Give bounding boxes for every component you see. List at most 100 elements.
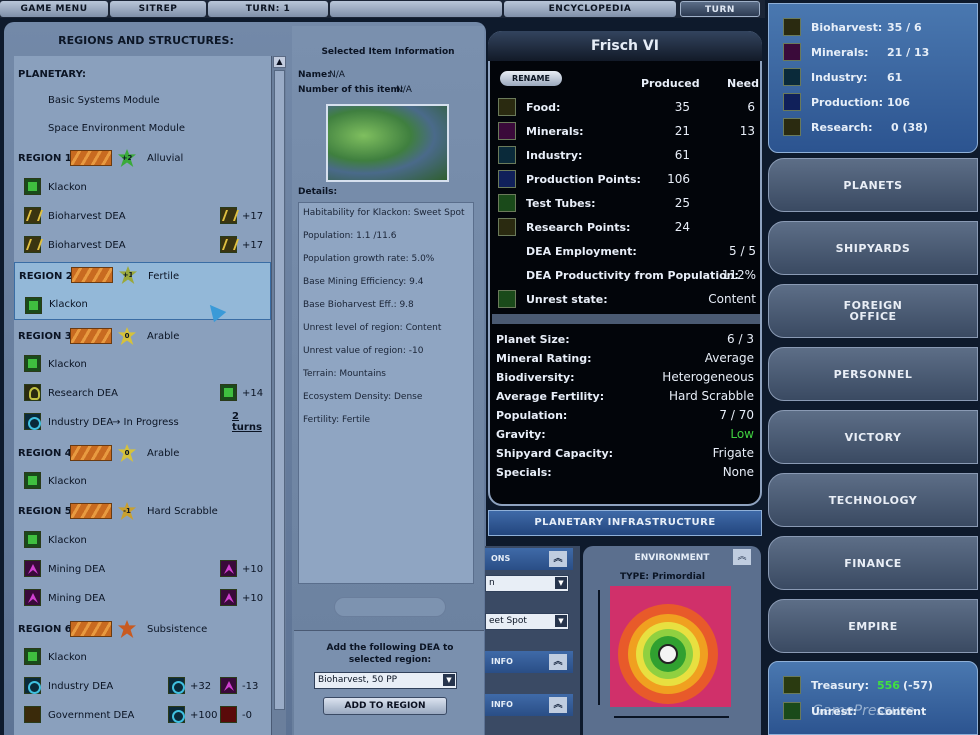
- list-item[interactable]: Klackon: [14, 467, 271, 495]
- list-item[interactable]: Government DEA +100 -0: [14, 701, 271, 729]
- scroll-up-icon[interactable]: ▲: [273, 56, 286, 68]
- population-label: Population:: [496, 409, 568, 422]
- nav-finance[interactable]: FINANCE: [768, 536, 978, 590]
- race-label: Klackon: [48, 181, 87, 193]
- menu-blank: [330, 1, 502, 17]
- name-value: N/A: [329, 70, 345, 80]
- panel-header-bar[interactable]: ONS ︽: [485, 548, 573, 570]
- list-item[interactable]: Bioharvest DEA +17: [14, 231, 271, 259]
- region-row-selected[interactable]: REGION 2: +1 Fertile Klackon: [14, 262, 271, 323]
- region-label: REGION 1:: [18, 152, 76, 164]
- klackon-race-icon: [25, 297, 42, 314]
- select-value: eet Spot: [489, 616, 527, 626]
- test-tube-icon: [498, 194, 516, 212]
- research-produced: 24: [674, 220, 690, 234]
- industry-gear-icon: [24, 413, 41, 430]
- game-menu-button[interactable]: GAME MENU: [0, 1, 108, 17]
- dea-label: Bioharvest DEA: [48, 239, 126, 251]
- produced-header: Produced: [641, 77, 700, 90]
- horizontal-axis-arrow: [614, 716, 729, 718]
- bioharvest-icon: [220, 236, 237, 253]
- planetary-infrastructure-button[interactable]: PLANETARY INFRASTRUCTURE: [488, 510, 762, 536]
- unrest-icon: [220, 706, 237, 723]
- region-type: Hard Scrabble: [147, 505, 218, 517]
- klackon-race-icon: [24, 531, 41, 548]
- unrest-value: Content: [708, 292, 756, 306]
- environment-map[interactable]: [610, 586, 731, 707]
- region-type: Subsistence: [147, 623, 208, 635]
- dea-productivity-value: 112%: [721, 268, 756, 282]
- list-item[interactable]: Klackon: [14, 173, 271, 201]
- chevron-up-icon[interactable]: ︽: [549, 654, 567, 670]
- nav-foreign-office[interactable]: FOREIGN OFFICE: [768, 284, 978, 338]
- race-label: Klackon: [48, 358, 87, 370]
- nav-planets[interactable]: PLANETS: [768, 158, 978, 212]
- list-item[interactable]: Bioharvest DEA +17: [14, 202, 271, 230]
- regions-scrollbar[interactable]: ▲: [271, 56, 286, 735]
- planet-divider: [492, 314, 760, 324]
- nav-shipyards[interactable]: SHIPYARDS: [768, 221, 978, 275]
- nav-empire[interactable]: EMPIRE: [768, 599, 978, 653]
- list-item[interactable]: Klackon: [14, 526, 271, 554]
- panel-header-bar[interactable]: INFO ︽: [485, 651, 573, 673]
- list-item[interactable]: Space Environment Module: [14, 114, 271, 142]
- rename-button[interactable]: RENAME: [500, 71, 562, 86]
- research-label: Research Points:: [526, 221, 631, 234]
- dea-employment-value: 5 / 5: [729, 244, 756, 258]
- region-row[interactable]: REGION 5: -1 Hard Scrabble: [14, 497, 271, 525]
- nav-victory[interactable]: VICTORY: [768, 410, 978, 464]
- encyclopedia-button[interactable]: ENCYCLOPEDIA: [504, 1, 676, 17]
- regions-list[interactable]: PLANETARY: Basic Systems Module Space En…: [14, 56, 271, 735]
- list-item[interactable]: PLANETARY:: [14, 60, 271, 88]
- dropdown-select[interactable]: n ▼: [485, 575, 569, 592]
- mineral-rating-label: Mineral Rating:: [496, 352, 592, 365]
- list-item[interactable]: Mining DEA +10: [14, 555, 271, 583]
- mining-icon: [220, 677, 237, 694]
- region-row[interactable]: REGION 3: 0 Arable: [14, 322, 271, 350]
- sitrep-button[interactable]: SITREP: [110, 1, 206, 17]
- list-item[interactable]: Industry DEA +32 -13: [14, 672, 271, 700]
- mining-icon: [220, 560, 237, 577]
- dropdown-select[interactable]: eet Spot ▼: [485, 613, 569, 630]
- list-item[interactable]: Basic Systems Module: [14, 86, 271, 114]
- list-item[interactable]: Mining DEA +10: [14, 584, 271, 612]
- list-item[interactable]: Klackon: [14, 350, 271, 378]
- regions-title: REGIONS AND STRUCTURES:: [58, 34, 234, 47]
- chevron-up-icon[interactable]: ︽: [549, 697, 567, 713]
- dea-output: +14: [242, 387, 264, 399]
- dea-output: +32: [190, 680, 212, 692]
- scroll-thumb[interactable]: [274, 70, 285, 710]
- test-tubes-label: Test Tubes:: [526, 197, 596, 210]
- region-row[interactable]: REGION 6: Subsistence: [14, 615, 271, 643]
- panel-header-bar[interactable]: INFO ︽: [485, 694, 573, 716]
- detail-line: Unrest level of region: Content: [303, 323, 442, 333]
- list-item[interactable]: Industry DEA → In Progress 2 turns: [14, 408, 271, 436]
- add-dea-label: Add the following DEA to selected region…: [326, 643, 454, 665]
- list-item[interactable]: Klackon: [14, 643, 271, 671]
- bioharvest-icon: [220, 207, 237, 224]
- dea-type-select[interactable]: Bioharvest, 50 PP ▼: [314, 672, 457, 689]
- race-label: Klackon: [49, 299, 88, 310]
- production-label: Production Points:: [526, 173, 641, 186]
- nav-personnel[interactable]: PERSONNEL: [768, 347, 978, 401]
- bioharvest-icon: [24, 207, 41, 224]
- minerals-need: 13: [739, 124, 755, 138]
- food-produced: 35: [674, 100, 690, 114]
- add-to-region-button[interactable]: ADD TO REGION: [323, 697, 447, 715]
- planet-name: Frisch VI: [488, 31, 762, 61]
- nav-technology[interactable]: TECHNOLOGY: [768, 473, 978, 527]
- mineral-rating-value: Average: [704, 351, 754, 365]
- end-turn-button[interactable]: TURN: [680, 1, 760, 17]
- minerals-icon: [498, 122, 516, 140]
- structure-label: Space Environment Module: [48, 122, 186, 134]
- avg-fertility-value: Hard Scrabble: [669, 389, 754, 403]
- chevron-up-icon[interactable]: ︽: [733, 549, 751, 565]
- region-row[interactable]: REGION 1: +2 Alluvial: [14, 144, 271, 172]
- list-item[interactable]: Research DEA +14: [14, 379, 271, 407]
- industry-gear-icon: [168, 677, 185, 694]
- region-row[interactable]: REGION 4: 0 Arable: [14, 439, 271, 467]
- planetary-label: PLANETARY:: [18, 68, 86, 80]
- region-type: Fertile: [148, 271, 180, 282]
- stat-value: 0 (38): [891, 121, 928, 134]
- chevron-up-icon[interactable]: ︽: [549, 551, 567, 567]
